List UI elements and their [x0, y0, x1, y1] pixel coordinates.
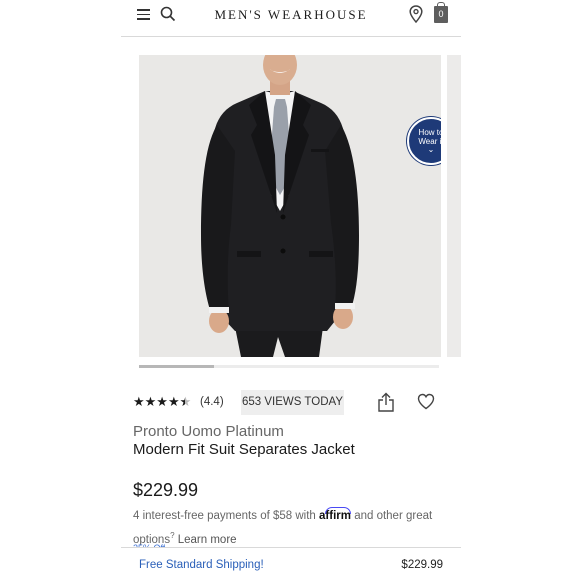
- site-header: MEN'S WEARHOUSE 0: [121, 0, 461, 37]
- location-pin-icon[interactable]: [409, 5, 423, 23]
- shopping-bag-icon[interactable]: 0: [434, 2, 448, 23]
- sticky-shipping-bar: Free Standard Shipping! $229.99: [121, 547, 461, 581]
- share-icon[interactable]: [377, 392, 395, 412]
- rating-stars[interactable]: ★★★★★★: [133, 394, 191, 410]
- affirm-logo: affirm: [319, 510, 351, 522]
- gallery-scroll-thumb[interactable]: [139, 365, 214, 368]
- full-stars: ★★★★: [133, 394, 180, 409]
- product-image[interactable]: How to Wear it ⌄: [139, 55, 441, 357]
- chevron-down-icon: ⌄: [427, 145, 435, 154]
- gallery-scrollbar[interactable]: [139, 365, 439, 368]
- free-shipping-link[interactable]: Free Standard Shipping!: [139, 559, 264, 571]
- how-to-wear-line1: How to: [418, 128, 441, 137]
- suit-photo: [139, 55, 441, 357]
- product-price: $229.99: [133, 480, 199, 500]
- info-question-mark[interactable]: ?: [170, 531, 174, 540]
- installment-message: 4 interest-free payments of $58 with aff…: [133, 507, 451, 550]
- rating-value[interactable]: (4.4): [200, 396, 224, 408]
- cart-count: 0: [438, 9, 444, 19]
- product-title: Modern Fit Suit Separates Jacket: [133, 441, 355, 458]
- views-today-badge: 653 VIEWS TODAY: [241, 390, 344, 415]
- half-star-icon: ★★: [179, 394, 192, 409]
- learn-more-link[interactable]: Learn more: [178, 534, 237, 546]
- sticky-price: $229.99: [401, 559, 443, 571]
- product-brand[interactable]: Pronto Uomo Platinum: [133, 423, 284, 440]
- favorite-heart-icon[interactable]: [417, 393, 435, 410]
- next-image-peek[interactable]: [447, 55, 461, 357]
- page-frame: MEN'S WEARHOUSE 0 How to Wear ⌄ ★★★★★ (4…: [121, 0, 461, 581]
- installment-prefix: 4 interest-free payments of $58 with: [133, 510, 316, 522]
